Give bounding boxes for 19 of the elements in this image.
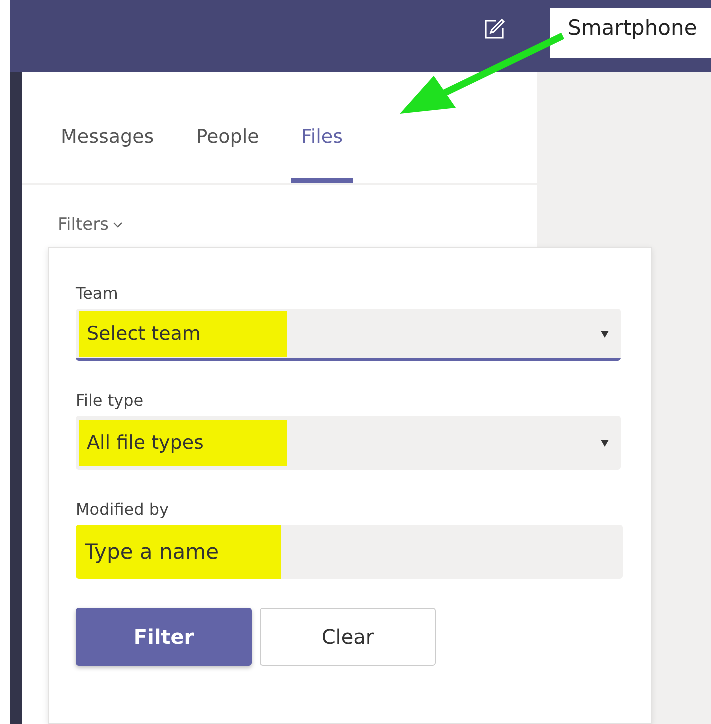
annotation-label: Smartphone [550,8,711,58]
dropdown-value: All file types [79,420,287,466]
field-label: Team [76,284,120,303]
dropdown-field[interactable]: All file types [76,416,621,470]
chevron-icon [112,222,123,228]
caret-icon [601,330,609,338]
clear-button[interactable]: Clear [260,608,436,666]
tab[interactable]: Files [291,126,354,183]
filter-button[interactable]: Filter [76,608,252,666]
dropdown-value: Select team [79,310,287,356]
caret-icon [601,439,609,447]
compose-icon[interactable] [482,18,506,42]
tab[interactable]: People [196,126,260,183]
tab[interactable]: Messages [61,126,154,183]
field-label: File type [76,391,145,410]
dropdown-field[interactable]: Select team [76,309,621,361]
field-label: Modified by [76,500,170,519]
input-field[interactable]: Type a name [76,525,623,579]
filters-toggle[interactable]: Filters [58,215,123,235]
